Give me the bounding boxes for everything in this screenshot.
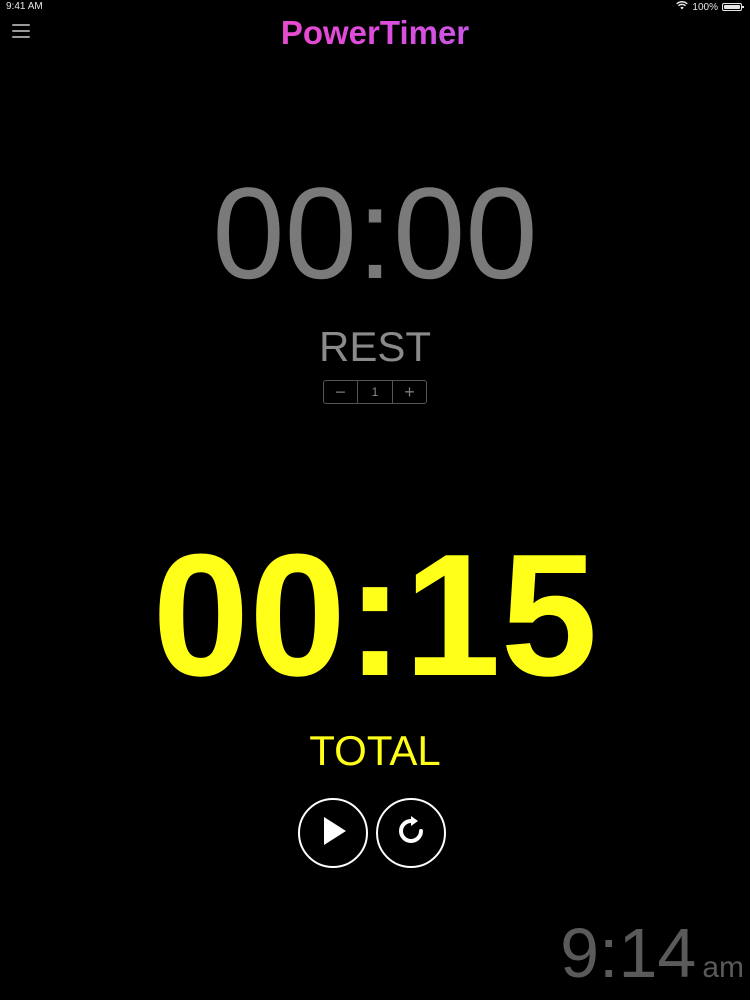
status-right: 100% — [676, 1, 744, 13]
wifi-icon — [676, 1, 689, 13]
rest-label: REST — [318, 323, 431, 370]
app-title: PowerTimer — [0, 14, 750, 52]
current-time-clock: 9:14 am — [560, 918, 744, 988]
play-button[interactable] — [298, 798, 368, 868]
status-bar: 9:41 AM 100% — [0, 0, 750, 14]
clock-time: 9:14 — [560, 914, 697, 992]
total-label: TOTAL — [309, 727, 441, 774]
total-timer-display: 00:15 — [152, 517, 598, 712]
reset-icon — [395, 815, 427, 852]
play-icon — [318, 815, 348, 852]
stepper-increment-button[interactable]: + — [393, 381, 426, 403]
timer-controls — [298, 798, 446, 868]
reset-button[interactable] — [376, 798, 446, 868]
status-time: 9:41 AM — [6, 1, 43, 12]
rest-rounds-stepper: − 1 + — [323, 380, 427, 404]
battery-percent: 100% — [692, 1, 718, 13]
rest-timer-display: 00:00 — [212, 160, 538, 306]
stepper-decrement-button[interactable]: − — [324, 381, 357, 403]
stepper-value: 1 — [357, 381, 393, 403]
clock-ampm: am — [702, 951, 744, 984]
battery-icon — [722, 3, 744, 11]
